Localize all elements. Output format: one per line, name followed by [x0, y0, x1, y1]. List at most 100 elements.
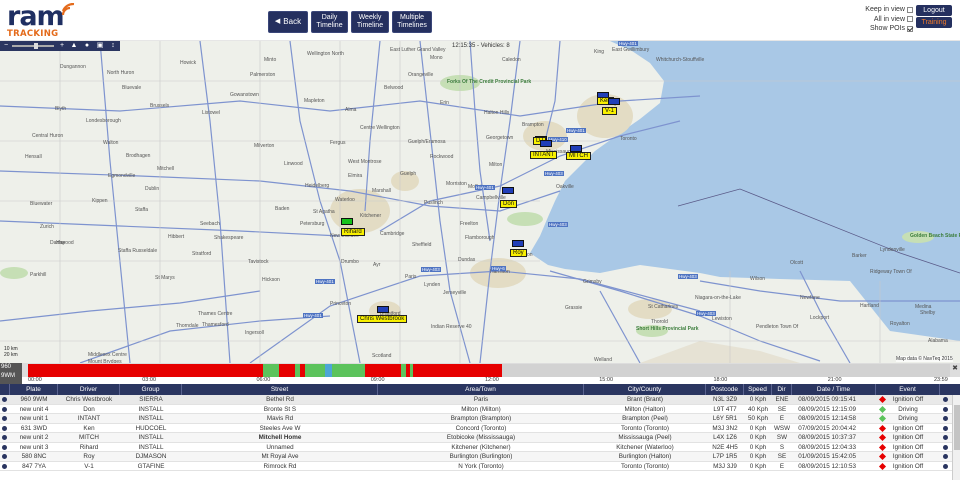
- cell-driver: Chris Westbrook: [65, 396, 113, 403]
- column-header[interactable]: Area/Town: [378, 384, 584, 395]
- keep-in-view-option[interactable]: Keep in view: [858, 5, 913, 15]
- weekly-timeline-button[interactable]: Weekly Timeline: [351, 11, 389, 33]
- cell-street: Mitchell Home: [258, 434, 302, 441]
- vehicle-truck-icon[interactable]: [608, 98, 620, 105]
- timeline-segment[interactable]: [304, 364, 325, 377]
- row-info-icon[interactable]: [2, 416, 7, 421]
- layers-icon[interactable]: ▲: [69, 42, 79, 50]
- show-pois-option[interactable]: Show POIs: [858, 24, 913, 34]
- cell-group: SIERRA: [139, 396, 163, 403]
- map-view[interactable]: − + ▲ ● ▣ ↕ 12:15:35 - Vehicles: 8 Dunga…: [0, 41, 960, 363]
- row-info-icon[interactable]: [2, 425, 7, 431]
- timeline-segment[interactable]: [28, 364, 264, 377]
- vehicle-truck-icon[interactable]: [512, 240, 524, 247]
- locate-globe-icon[interactable]: [943, 454, 948, 459]
- map-place-label: Morriston: [446, 181, 467, 187]
- column-header[interactable]: Plate: [10, 384, 58, 395]
- map-place-label: Zurich: [40, 224, 54, 230]
- vehicle-label[interactable]: Roy: [510, 249, 527, 257]
- all-in-view-option[interactable]: All in view: [858, 15, 913, 25]
- table-row[interactable]: 960 9WM Chris Westbrook SIERRA Bethel Rd Par…: [0, 395, 960, 405]
- table-row[interactable]: 580 8NC Roy DJMASON Mt Royal Ave Burlington …: [0, 452, 960, 462]
- vehicle-label[interactable]: V-1: [602, 107, 618, 115]
- locate-globe-icon[interactable]: [943, 416, 948, 421]
- vehicle-truck-icon[interactable]: [502, 187, 514, 194]
- locate-globe-icon[interactable]: [943, 435, 948, 440]
- row-info-icon[interactable]: [2, 406, 7, 412]
- vehicle-truck-icon[interactable]: [341, 218, 353, 225]
- table-row[interactable]: 631 3WD Ken HUDCOEL Steeles Ave W Concord (T…: [0, 424, 960, 433]
- table-row[interactable]: new unit 3 Rihard INSTALL Unnamed Kitchener …: [0, 443, 960, 452]
- table-row[interactable]: new unit 4 Don INSTALL Bronte St S Milton (M…: [0, 405, 960, 414]
- column-header[interactable]: City/County: [584, 384, 706, 395]
- zoom-in-icon[interactable]: +: [57, 42, 67, 50]
- timeline-segment[interactable]: [324, 364, 333, 377]
- vehicle-label[interactable]: INTANT: [530, 151, 558, 159]
- timeline-tick-label: 03:00: [142, 377, 157, 383]
- fullscreen-icon[interactable]: ▣: [95, 42, 105, 50]
- map-place-label: Wellington North: [307, 51, 344, 57]
- cell-speed: 0 Kph: [749, 424, 767, 432]
- measure-icon[interactable]: ↕: [108, 42, 118, 50]
- street-view-icon[interactable]: ●: [82, 42, 92, 50]
- table-scrollbar[interactable]: [952, 395, 960, 480]
- table-row[interactable]: new unit 1 INTANT INSTALL Mavis Rd Brampton …: [0, 414, 960, 424]
- row-info-icon[interactable]: [2, 454, 7, 459]
- highway-shield: Hwy-401: [315, 279, 335, 284]
- back-button[interactable]: ◀ Back: [268, 11, 308, 33]
- ram-tracking-logo[interactable]: ram TRACKING: [7, 1, 77, 39]
- vehicle-label[interactable]: Don: [500, 200, 518, 208]
- vehicle-label[interactable]: MITCH: [566, 152, 591, 160]
- map-place-label: Petersburg: [300, 221, 325, 227]
- vehicle-label[interactable]: Rihard: [341, 228, 365, 236]
- table-row[interactable]: 847 7YA V-1 GTAFINE Rimrock Rd N York (Toron…: [0, 462, 960, 471]
- row-info-icon[interactable]: [2, 397, 7, 402]
- timeline-segment[interactable]: [365, 364, 402, 377]
- close-icon[interactable]: ✖: [951, 365, 959, 373]
- column-header[interactable]: Street: [182, 384, 378, 395]
- all-in-view-checkbox[interactable]: [907, 16, 913, 23]
- cell-speed: 0 Kph: [749, 434, 767, 441]
- cell-city: Brampton (Peel): [622, 415, 668, 422]
- timeline-segment[interactable]: [413, 364, 502, 377]
- timeline-segment[interactable]: [278, 364, 296, 377]
- column-header[interactable]: Event: [876, 384, 940, 395]
- zoom-slider-handle[interactable]: [34, 43, 38, 49]
- row-info-icon[interactable]: [2, 444, 7, 450]
- map-place-label: Hibbert: [168, 234, 185, 240]
- map-place-label: Brussels: [150, 103, 170, 109]
- locate-globe-icon[interactable]: [943, 397, 948, 402]
- row-info-icon[interactable]: [2, 435, 7, 440]
- vehicle-truck-icon[interactable]: [540, 140, 552, 147]
- table-scroll-thumb[interactable]: [954, 405, 960, 450]
- column-header[interactable]: Postcode: [706, 384, 744, 395]
- multiple-timelines-button[interactable]: Multiple Timelines: [392, 11, 432, 33]
- logout-button[interactable]: Logout: [916, 5, 952, 16]
- column-header[interactable]: Driver: [58, 384, 120, 395]
- vehicle-truck-icon[interactable]: [377, 306, 389, 313]
- timeline-segment[interactable]: [263, 364, 279, 377]
- locate-globe-icon[interactable]: [943, 406, 948, 412]
- timeline-segment[interactable]: [332, 364, 366, 377]
- zoom-out-icon[interactable]: −: [1, 42, 11, 50]
- zoom-slider[interactable]: [12, 45, 54, 47]
- column-header[interactable]: Dir: [772, 384, 792, 395]
- table-row[interactable]: new unit 2 MITCH INSTALL Mitchell Home Etobi…: [0, 433, 960, 443]
- column-header[interactable]: Group: [120, 384, 182, 395]
- column-header[interactable]: Speed: [744, 384, 772, 395]
- show-pois-checkbox[interactable]: [907, 25, 913, 32]
- row-info-icon[interactable]: [2, 463, 7, 469]
- column-header[interactable]: Date / Time: [792, 384, 876, 395]
- locate-globe-icon[interactable]: [943, 463, 948, 469]
- vehicle-label[interactable]: Chris Westbrook: [357, 315, 408, 323]
- locate-globe-icon[interactable]: [943, 425, 948, 431]
- map-status: 12:15:35 - Vehicles: 8: [452, 43, 510, 49]
- vehicle-truck-icon[interactable]: [570, 145, 582, 152]
- timeline-bar[interactable]: [28, 364, 950, 377]
- map-place-label: Guelph: [400, 171, 417, 177]
- locate-globe-icon[interactable]: [943, 444, 948, 450]
- daily-timeline-button[interactable]: Daily Timeline: [311, 11, 348, 33]
- keep-in-view-checkbox[interactable]: [907, 6, 913, 13]
- training-button[interactable]: Training: [916, 17, 952, 28]
- all-in-view-label: All in view: [873, 15, 905, 23]
